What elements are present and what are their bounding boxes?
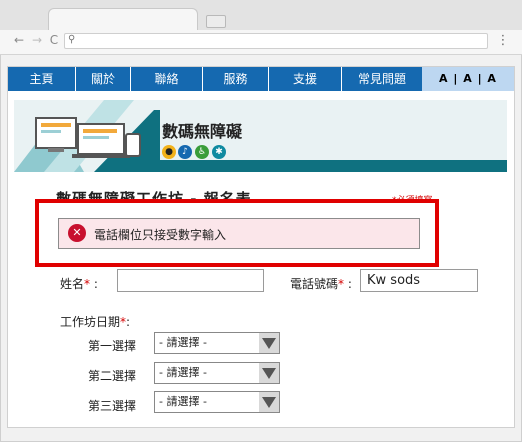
choice-2-selected-value: - 請選擇 - — [159, 366, 207, 379]
nav-item-contact[interactable]: 聯絡 — [131, 67, 203, 91]
back-icon[interactable]: ← — [12, 33, 26, 47]
name-field[interactable] — [117, 269, 264, 292]
browser-menu-icon[interactable]: ⋮ — [496, 33, 510, 49]
choice-3-selected-value: - 請選擇 - — [159, 395, 207, 408]
nav-item-services[interactable]: 服務 — [203, 67, 269, 91]
chevron-down-icon[interactable] — [259, 392, 279, 412]
search-icon: ⚲ — [68, 34, 76, 45]
phone-field[interactable]: Kw sods — [360, 269, 478, 292]
cognitive-icon: ✱ — [212, 145, 226, 159]
nav-item-about[interactable]: 關於 — [76, 67, 131, 91]
hearing-icon: ♪ — [178, 145, 192, 159]
reload-icon[interactable]: C — [47, 33, 61, 47]
wheelchair-icon: ♿ — [195, 145, 209, 159]
chevron-down-icon[interactable] — [259, 333, 279, 353]
error-icon: ✕ — [68, 224, 86, 242]
nav-item-faq[interactable]: 常見問題 — [342, 67, 422, 91]
eye-icon: ● — [162, 145, 176, 159]
address-bar[interactable]: ⚲ — [64, 33, 488, 49]
nav-item-support[interactable]: 支援 — [269, 67, 342, 91]
workshop-date-label: 工作坊日期*: — [60, 315, 131, 329]
choice-3-select[interactable]: - 請選擇 - — [154, 391, 280, 413]
error-message: 電話欄位只接受數字輸入 — [94, 228, 227, 242]
choice-1-selected-value: - 請選擇 - — [159, 336, 207, 349]
banner-stripe — [160, 160, 507, 172]
choice-2-label: 第二選擇 — [88, 369, 137, 383]
chevron-down-icon[interactable] — [259, 363, 279, 383]
devices-illustration — [14, 100, 160, 172]
phone-label: 電話號碼* : — [290, 277, 352, 291]
choice-3-label: 第三選擇 — [88, 399, 137, 413]
choice-2-select[interactable]: - 請選擇 - — [154, 362, 280, 384]
browser-tab[interactable] — [48, 8, 198, 30]
name-label: 姓名* : — [60, 277, 98, 291]
site-title: 數碼無障礙 — [162, 122, 243, 141]
font-size-controls[interactable]: A | A | A — [422, 67, 514, 91]
choice-1-label: 第一選擇 — [88, 339, 137, 353]
choice-1-select[interactable]: - 請選擇 - — [154, 332, 280, 354]
forward-icon[interactable]: → — [30, 33, 44, 47]
nav-item-home[interactable]: 主頁 — [8, 67, 76, 91]
new-tab-button[interactable] — [206, 15, 226, 28]
